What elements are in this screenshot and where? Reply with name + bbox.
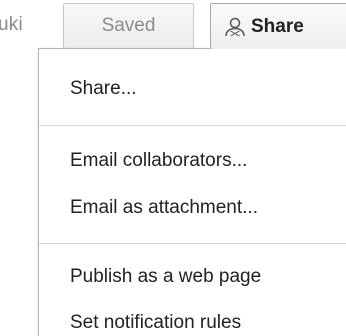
saved-status-label: Saved (101, 15, 156, 36)
menu-item-set-notification-rules[interactable]: Set notification rules (70, 312, 241, 334)
share-dropdown-menu: Share... Email collaborators... Email as… (38, 48, 346, 336)
person-icon (223, 15, 247, 39)
saved-status-button[interactable]: Saved (63, 3, 194, 49)
user-name-label: uki (0, 14, 23, 35)
docs-share-toolbar: uki Saved Share Share... Email collabora… (0, 0, 346, 336)
menu-item-share[interactable]: Share... (70, 78, 137, 100)
share-button[interactable]: Share (210, 3, 346, 49)
share-button-label: Share (251, 15, 304, 37)
menu-item-email-collaborators[interactable]: Email collaborators... (70, 150, 247, 172)
menu-item-publish-web-page[interactable]: Publish as a web page (70, 266, 261, 288)
menu-item-email-attachment[interactable]: Email as attachment... (70, 197, 258, 219)
menu-separator (39, 243, 346, 244)
menu-separator (39, 125, 346, 126)
